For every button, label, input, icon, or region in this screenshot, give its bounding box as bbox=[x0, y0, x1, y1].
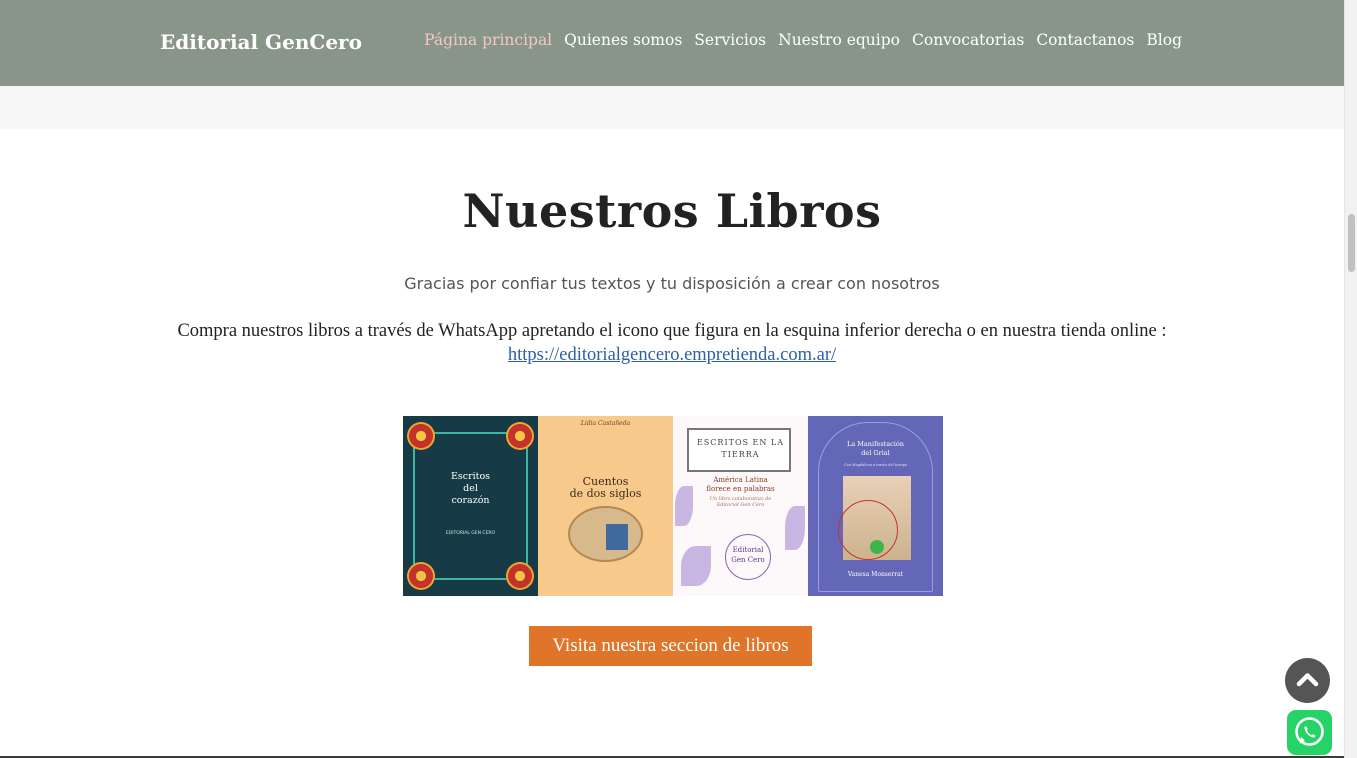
logo-line: Editorial bbox=[732, 546, 764, 554]
book-title-line: ESCRITOS EN LA bbox=[696, 438, 784, 447]
scroll-to-top-button[interactable] bbox=[1285, 658, 1330, 703]
leaf-decoration bbox=[785, 506, 805, 550]
nav-item-calls[interactable]: Convocatorias bbox=[912, 31, 1024, 49]
ring-ornament bbox=[838, 500, 898, 560]
book-subtitle: Con Magdalena a través del tiempo bbox=[843, 463, 908, 467]
book-title-line: corazón bbox=[451, 495, 490, 506]
book-title-line: de dos siglos bbox=[569, 487, 642, 500]
leaf-decoration bbox=[681, 546, 711, 586]
flower-ornament bbox=[870, 540, 884, 554]
purchase-text: Compra nuestros libros a través de Whats… bbox=[177, 321, 1167, 341]
store-link[interactable]: https://editorialgencero.empretienda.com… bbox=[508, 345, 836, 365]
logo-line: Gen Cero bbox=[731, 556, 765, 564]
book-title: La Manifestación del Grial bbox=[808, 440, 943, 458]
nav-item-blog[interactable]: Blog bbox=[1146, 31, 1182, 49]
book-title: Cuentos de dos siglos bbox=[538, 476, 673, 500]
book-author: Vanesa Monserrat bbox=[847, 571, 904, 578]
book-subtitle-line: América Latina bbox=[713, 476, 768, 484]
nav-item-home[interactable]: Página principal bbox=[424, 31, 552, 49]
book-cover-escritos-en-la-tierra[interactable]: ESCRITOS EN LA TIERRA América Latina flo… bbox=[673, 416, 808, 596]
flower-ornament bbox=[407, 422, 435, 450]
book-author: Lidia Castañeda bbox=[580, 420, 631, 427]
whatsapp-icon bbox=[1295, 717, 1324, 746]
book-title-line: del bbox=[463, 483, 478, 494]
book-subtitle: América Latina florece en palabras bbox=[673, 476, 808, 494]
flower-ornament bbox=[407, 562, 435, 590]
book-title: ESCRITOS EN LA TIERRA bbox=[673, 437, 808, 461]
nav-item-team[interactable]: Nuestro equipo bbox=[778, 31, 900, 49]
book-tagline: Un libro colaborativo de Editorial Gen C… bbox=[673, 496, 808, 508]
section-subtitle: Gracias por confiar tus textos y tu disp… bbox=[404, 274, 940, 293]
books-section-button[interactable]: Visita nuestra seccion de libros bbox=[529, 626, 812, 666]
publisher-logo: Editorial Gen Cero bbox=[725, 545, 771, 565]
nav-item-contact[interactable]: Contactanos bbox=[1036, 31, 1134, 49]
book-publisher: EDITORIAL GEN CERO bbox=[445, 531, 496, 536]
book-cover-la-manifestacion-del-grial[interactable]: La Manifestación del Grial Con Magdalena… bbox=[808, 416, 943, 596]
book-gallery: Escritos del corazón EDITORIAL GEN CERO … bbox=[403, 416, 943, 596]
whatsapp-button[interactable] bbox=[1287, 710, 1332, 755]
purchase-instructions: Compra nuestros libros a través de Whats… bbox=[170, 319, 1174, 367]
top-navbar: Editorial GenCero Página principal Quien… bbox=[0, 0, 1344, 86]
chevron-up-icon bbox=[1296, 673, 1319, 687]
section-divider-band bbox=[0, 86, 1344, 129]
book-cover-escritos-del-corazon[interactable]: Escritos del corazón EDITORIAL GEN CERO bbox=[403, 416, 538, 596]
book-title-line: del Grial bbox=[861, 449, 890, 457]
site-brand[interactable]: Editorial GenCero bbox=[160, 30, 362, 54]
book-tagline-line: Editorial Gen Cero bbox=[716, 502, 765, 508]
nav-item-services[interactable]: Servicios bbox=[694, 31, 766, 49]
book-title-line: La Manifestación bbox=[847, 440, 904, 448]
flower-ornament bbox=[506, 422, 534, 450]
nav-item-about[interactable]: Quienes somos bbox=[564, 31, 682, 49]
flower-ornament bbox=[506, 562, 534, 590]
vertical-scrollbar[interactable] bbox=[1344, 0, 1357, 758]
main-nav: Página principal Quienes somos Servicios… bbox=[424, 31, 1182, 49]
book-cover-cuentos-de-dos-siglos[interactable]: Lidia Castañeda Cuentos de dos siglos bbox=[538, 416, 673, 596]
cover-photo bbox=[606, 524, 628, 550]
book-title-line: TIERRA bbox=[721, 450, 760, 459]
book-subtitle-line: florece en palabras bbox=[706, 485, 775, 493]
scrollbar-thumb[interactable] bbox=[1348, 214, 1355, 272]
book-title-line: Escritos bbox=[450, 471, 491, 482]
book-title: Escritos del corazón bbox=[403, 471, 538, 507]
page-title: Nuestros Libros bbox=[462, 184, 882, 238]
